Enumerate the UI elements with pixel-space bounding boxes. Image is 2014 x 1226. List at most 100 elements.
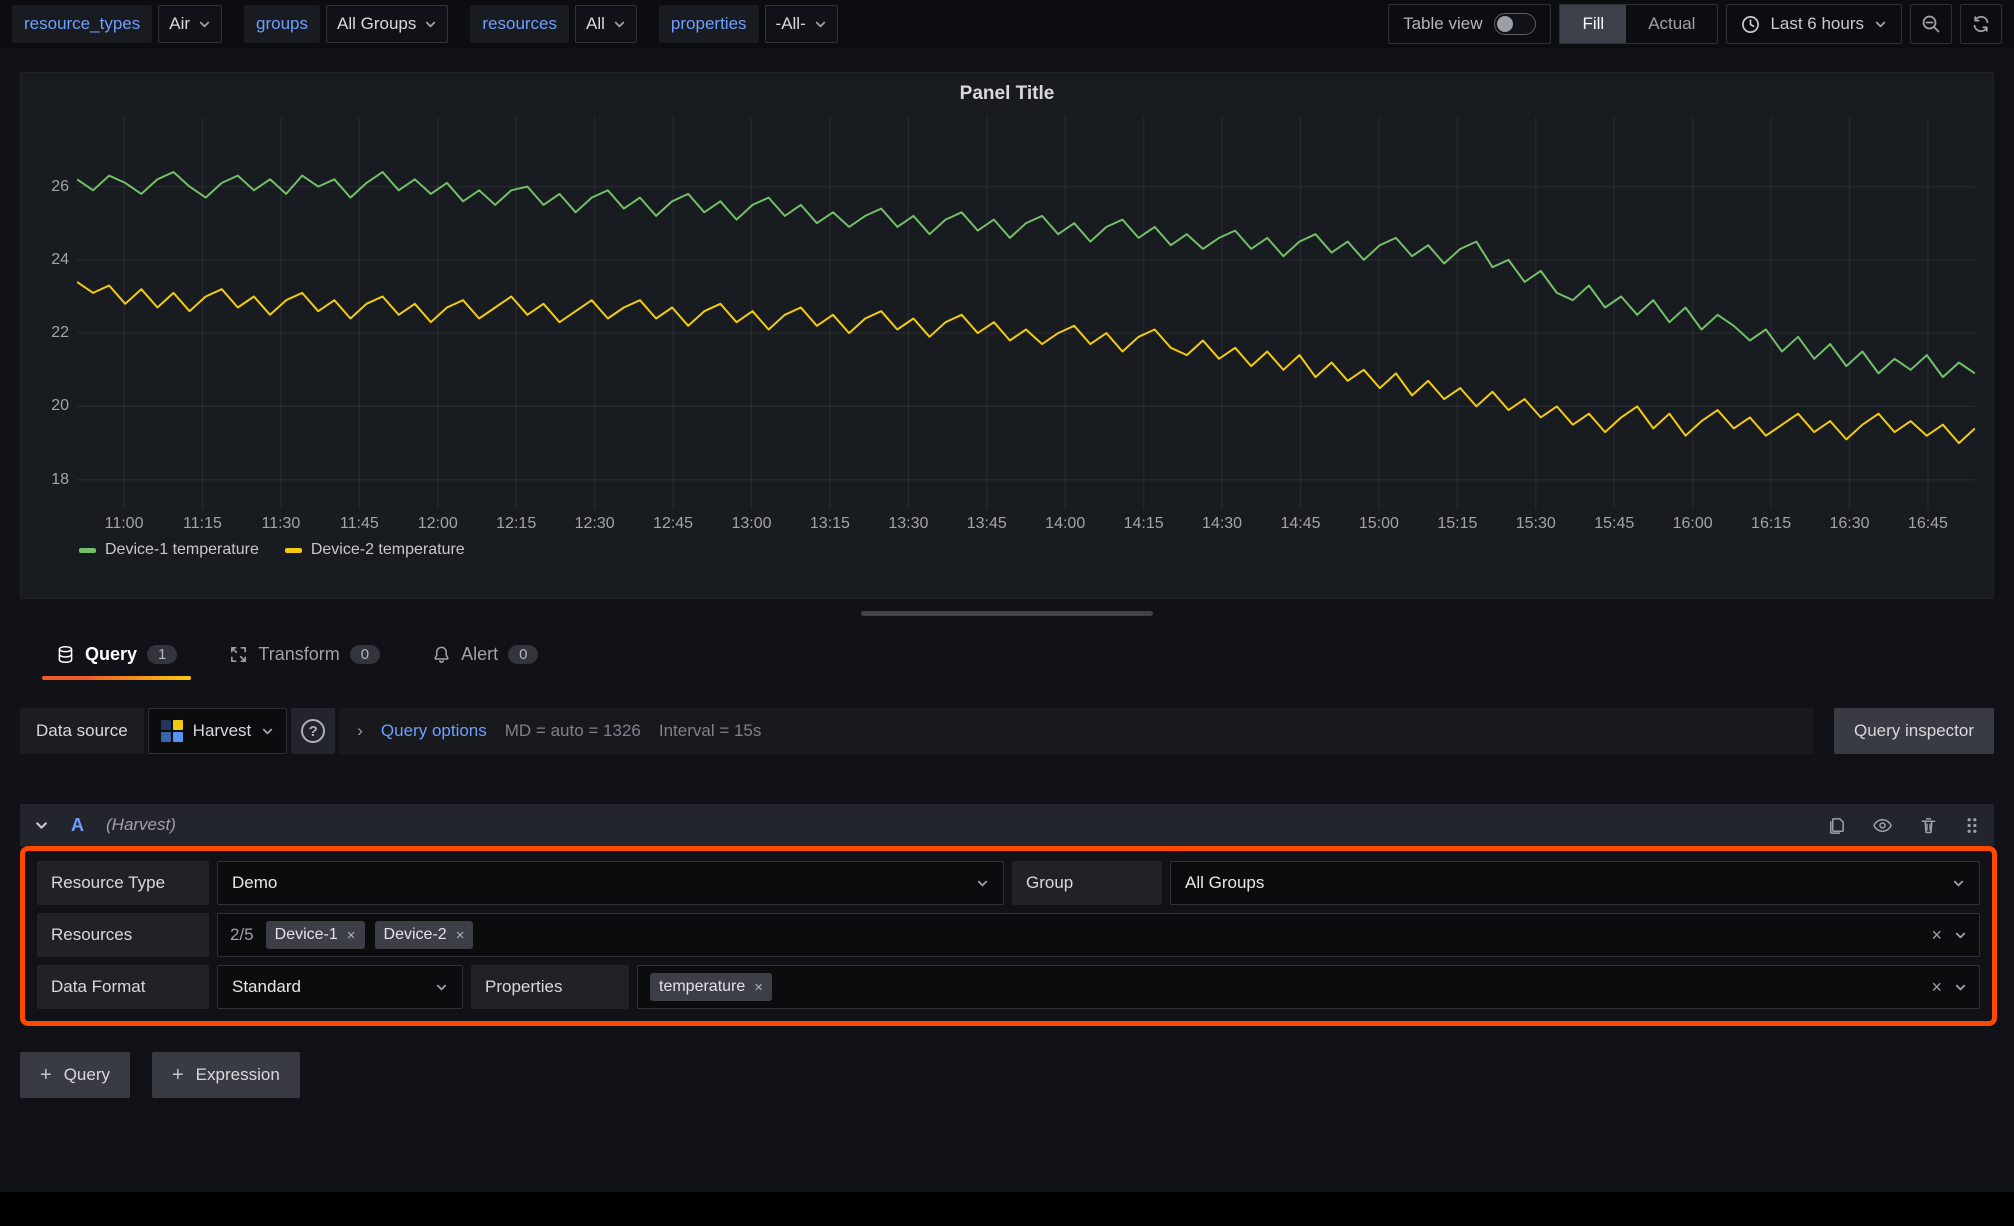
tab-label: Transform xyxy=(258,644,339,665)
resource-chip: Device-2 × xyxy=(375,921,474,949)
datasource-name: Harvest xyxy=(193,721,252,741)
tab-alert[interactable]: Alert 0 xyxy=(432,626,538,682)
y-tick-label: 24 xyxy=(51,251,69,269)
chevron-down-icon xyxy=(1874,18,1887,31)
clear-all-icon[interactable]: × xyxy=(1931,925,1942,946)
datasource-plugin-icon xyxy=(161,720,183,742)
help-icon: ? xyxy=(301,719,325,743)
query-inspector-button[interactable]: Query inspector xyxy=(1834,708,1994,754)
chevron-down-icon xyxy=(976,877,989,890)
table-view-control: Table view xyxy=(1388,4,1551,44)
tab-count-badge: 0 xyxy=(508,645,538,664)
chevron-down-icon xyxy=(1952,877,1965,890)
resources-row: Resources 2/5 Device-1 × Device-2 × × xyxy=(37,913,1980,957)
datasource-help-button[interactable]: ? xyxy=(291,708,335,754)
dashboard-toolbar: resource_types Air groups All Groups res… xyxy=(0,0,2014,48)
hide-query-eye-icon[interactable] xyxy=(1872,815,1893,836)
variable-label: properties xyxy=(659,5,759,43)
zoom-out-icon xyxy=(1921,14,1941,34)
tab-label: Alert xyxy=(461,644,498,665)
table-view-toggle[interactable] xyxy=(1494,13,1536,35)
duplicate-query-icon[interactable] xyxy=(1827,816,1846,835)
display-mode-switch: Fill Actual xyxy=(1559,4,1718,44)
plus-icon: + xyxy=(172,1064,184,1087)
refresh-button[interactable] xyxy=(1960,4,2002,44)
time-range-label: Last 6 hours xyxy=(1770,14,1864,34)
time-range-picker[interactable]: Last 6 hours xyxy=(1726,4,1902,44)
data-format-select[interactable]: Standard xyxy=(217,965,463,1009)
variable-value-dropdown[interactable]: All xyxy=(575,5,637,43)
tab-query[interactable]: Query 1 xyxy=(56,626,177,682)
x-tick-label: 16:00 xyxy=(1673,515,1713,533)
variable-value-dropdown[interactable]: All Groups xyxy=(326,5,448,43)
display-mode-actual[interactable]: Actual xyxy=(1626,5,1717,43)
chip-label: temperature xyxy=(659,978,745,996)
add-expression-button[interactable]: + Expression xyxy=(152,1052,300,1098)
x-tick-label: 11:45 xyxy=(340,515,379,533)
chevron-down-icon[interactable] xyxy=(1954,929,1967,942)
multiselect-actions: × xyxy=(1931,925,1967,946)
query-editor-highlighted: Resource Type Demo Group All Groups Reso… xyxy=(20,846,1997,1026)
tab-transform[interactable]: Transform 0 xyxy=(229,626,380,682)
plot-area[interactable] xyxy=(77,117,1975,509)
timeseries-panel: Panel Title 1820222426 11:0011:1511:3011… xyxy=(20,72,1994,599)
query-toolbar: Data source Harvest ? › Query options MD… xyxy=(20,708,1994,754)
x-tick-label: 15:45 xyxy=(1594,515,1634,533)
x-tick-label: 13:30 xyxy=(888,515,928,533)
x-tick-label: 15:00 xyxy=(1359,515,1399,533)
variable-value-dropdown[interactable]: -All- xyxy=(765,5,838,43)
chart-area: 1820222426 xyxy=(21,115,1993,509)
variable-value-text: -All- xyxy=(776,14,806,34)
x-tick-label: 15:15 xyxy=(1437,515,1477,533)
chevron-down-icon[interactable] xyxy=(1954,981,1967,994)
datasource-picker[interactable]: Harvest xyxy=(148,708,288,754)
query-row-header[interactable]: A (Harvest) xyxy=(20,804,1994,846)
remove-chip-icon[interactable]: × xyxy=(754,979,763,996)
chip-label: Device-2 xyxy=(384,926,447,944)
collapse-chevron-icon[interactable] xyxy=(34,818,49,833)
legend-item-device-1[interactable]: Device-1 temperature xyxy=(79,541,259,559)
query-refid: A xyxy=(71,815,84,836)
caret-right-icon: › xyxy=(357,721,363,741)
clock-icon xyxy=(1741,15,1760,34)
query-options-bar: › Query options MD = auto = 1326 Interva… xyxy=(339,708,1814,754)
variable-resources: resources All xyxy=(470,5,637,43)
chevron-down-icon xyxy=(613,18,626,31)
x-tick-label: 14:30 xyxy=(1202,515,1242,533)
add-query-button[interactable]: + Query xyxy=(20,1052,130,1098)
y-tick-label: 22 xyxy=(51,324,69,342)
transform-icon xyxy=(229,645,248,664)
legend-item-device-2[interactable]: Device-2 temperature xyxy=(285,541,465,559)
x-tick-label: 16:30 xyxy=(1829,515,1869,533)
x-tick-label: 12:45 xyxy=(653,515,693,533)
y-axis: 1820222426 xyxy=(31,117,77,509)
x-tick-label: 13:00 xyxy=(731,515,771,533)
properties-multiselect[interactable]: temperature × × xyxy=(637,965,1980,1009)
variable-value-text: All xyxy=(586,14,605,34)
group-select[interactable]: All Groups xyxy=(1170,861,1980,905)
resource-chip: Device-1 × xyxy=(266,921,365,949)
property-chip: temperature × xyxy=(650,973,772,1001)
remove-chip-icon[interactable]: × xyxy=(347,927,356,944)
zoom-out-button[interactable] xyxy=(1910,4,1952,44)
delete-query-trash-icon[interactable] xyxy=(1919,816,1938,835)
resource-type-label: Resource Type xyxy=(37,861,209,905)
editor-tabs: Query 1 Transform 0 Alert 0 xyxy=(20,626,1994,682)
variable-resource-types: resource_types Air xyxy=(12,5,222,43)
clear-all-icon[interactable]: × xyxy=(1931,977,1942,998)
query-datasource-hint: (Harvest) xyxy=(106,815,176,835)
panel-title[interactable]: Panel Title xyxy=(21,73,1993,115)
remove-chip-icon[interactable]: × xyxy=(456,927,465,944)
query-options-link[interactable]: Query options xyxy=(381,721,487,741)
pane-resize-handle[interactable] xyxy=(861,611,1153,616)
resources-multiselect[interactable]: 2/5 Device-1 × Device-2 × × xyxy=(217,913,1980,957)
variable-value-dropdown[interactable]: Air xyxy=(158,5,222,43)
variable-groups: groups All Groups xyxy=(244,5,448,43)
toggle-knob xyxy=(1497,16,1513,32)
chevron-down-icon xyxy=(814,18,827,31)
bottom-strip xyxy=(0,1192,2014,1226)
resource-type-select[interactable]: Demo xyxy=(217,861,1004,905)
display-mode-fill[interactable]: Fill xyxy=(1560,5,1626,43)
drag-handle-icon[interactable] xyxy=(1964,816,1980,835)
variable-label: resource_types xyxy=(12,5,152,43)
